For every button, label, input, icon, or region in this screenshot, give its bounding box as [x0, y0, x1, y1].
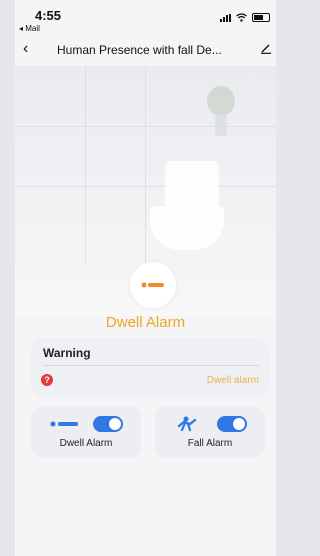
- person-lying-icon: [141, 282, 164, 288]
- fall-alarm-card: Fall Alarm: [155, 406, 265, 458]
- back-to-app-link[interactable]: ◂ Mail: [19, 24, 40, 33]
- divider: [43, 365, 259, 366]
- question-icon: ?: [41, 374, 53, 386]
- battery-icon: [252, 13, 270, 22]
- page-title: Human Presence with fall De...: [57, 43, 222, 57]
- nav-bar: ‹ Human Presence with fall De...: [15, 34, 276, 66]
- dwell-alarm-card: Dwell Alarm: [31, 406, 141, 458]
- status-bar: 4:55 ◂ Mail: [15, 0, 276, 34]
- dwell-alarm-label: Dwell Alarm: [59, 438, 113, 449]
- signal-icon: [220, 13, 231, 22]
- app-screen: 4:55 ◂ Mail ‹ Human Presence with fall D…: [15, 0, 276, 556]
- warning-value: Dwell alarm: [206, 375, 259, 386]
- status-label: Dwell Alarm: [105, 314, 186, 331]
- fall-alarm-toggle[interactable]: [217, 416, 247, 432]
- warning-card: Warning ? Dwell alarm: [31, 338, 269, 396]
- clock: 4:55: [35, 8, 62, 23]
- wifi-icon: [236, 13, 247, 22]
- dwell-alarm-toggle[interactable]: [93, 416, 123, 432]
- system-icons: [220, 13, 270, 22]
- presence-status-indicator: [130, 262, 176, 308]
- person-lying-icon: [50, 421, 78, 427]
- warning-title: Warning: [43, 346, 91, 360]
- fall-alarm-label: Fall Alarm: [187, 438, 233, 449]
- edit-icon[interactable]: [260, 42, 272, 54]
- person-falling-icon: [177, 416, 197, 432]
- chevron-left-icon[interactable]: ‹: [23, 40, 28, 58]
